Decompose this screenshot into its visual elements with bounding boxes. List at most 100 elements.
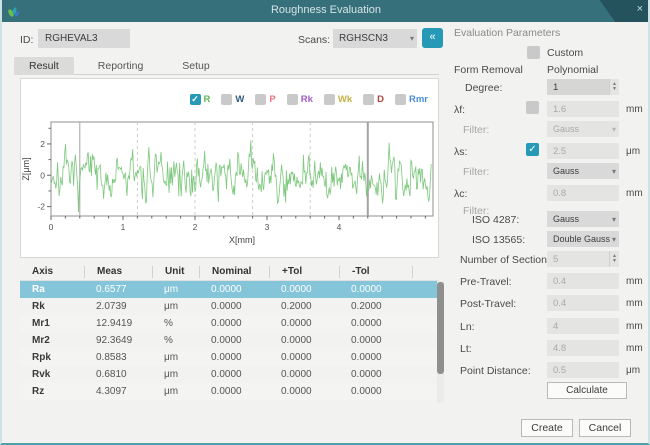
cell-ptol: 0.0000: [269, 386, 339, 397]
table-row-Rz[interactable]: Rz4.3097μm0.00000.00000.0000: [20, 383, 439, 400]
ln-unit: mm: [626, 321, 643, 332]
post-travel-unit: mm: [626, 298, 643, 309]
cell-ptol: 0.0000: [269, 352, 339, 363]
calculate-button[interactable]: Calculate: [547, 382, 627, 399]
lambda-s-input[interactable]: [547, 143, 619, 159]
cell-ntol: 0.0000: [339, 284, 412, 295]
column-header-tol[interactable]: +Tol: [269, 266, 339, 278]
cell-meas: 0.6810: [84, 369, 152, 380]
pre-travel-label: Pre-Travel:: [460, 276, 512, 288]
point-distance-input[interactable]: [547, 362, 619, 378]
column-header-unit[interactable]: Unit: [152, 266, 199, 278]
legend-checkbox-Rmr[interactable]: [395, 94, 406, 105]
legend-checkbox-P[interactable]: [255, 94, 266, 105]
custom-checkbox[interactable]: [527, 46, 540, 59]
iso-13565-dropdown[interactable]: Double Gauss ▾: [547, 231, 619, 247]
lambda-f-filter-label: Filter:: [463, 124, 489, 136]
legend-item-P[interactable]: P: [255, 94, 275, 105]
table-row-Mr1[interactable]: Mr112.9419%0.00000.00000.0000: [20, 315, 439, 332]
lt-unit: mm: [626, 343, 643, 354]
cell-ntol: 0.0000: [339, 369, 412, 380]
tab-setup[interactable]: Setup: [167, 57, 224, 75]
column-header-meas[interactable]: Meas: [84, 266, 152, 278]
column-header-nominal[interactable]: Nominal: [199, 266, 269, 278]
tab-result[interactable]: Result: [14, 57, 74, 75]
legend-checkbox-Rk[interactable]: [287, 94, 298, 105]
table-row-Ra[interactable]: Ra0.6577μm0.00000.00000.0000: [20, 281, 439, 298]
legend-checkbox-D[interactable]: [363, 94, 374, 105]
id-input[interactable]: [38, 29, 130, 48]
table-row-Mr2[interactable]: Mr292.3649%0.00000.00000.0000: [20, 332, 439, 349]
iso-4287-label: ISO 4287:: [472, 214, 519, 226]
collapse-panel-button[interactable]: «: [422, 28, 443, 48]
tab-reporting[interactable]: Reporting: [83, 57, 159, 75]
close-icon[interactable]: ×: [637, 3, 643, 15]
lambda-f-filter-dropdown[interactable]: Gauss ▾: [547, 121, 619, 137]
lambda-c-input[interactable]: [547, 185, 619, 201]
svg-text:3: 3: [265, 222, 270, 232]
cell-nominal: 0.0000: [199, 386, 269, 397]
cell-axis: Rpk: [20, 352, 84, 363]
table-row-Rpk[interactable]: Rpk0.8583μm0.00000.00000.0000: [20, 349, 439, 366]
iso-4287-value: Gauss: [553, 214, 612, 224]
create-button[interactable]: Create: [521, 419, 573, 437]
lt-label: Lt:: [460, 343, 472, 355]
profile-chart-panel: ✓RWPRkWkDRmr 01234-202X[mm]Z[μm]: [20, 78, 439, 258]
post-travel-label: Post-Travel:: [460, 298, 516, 310]
lambda-c-unit: mm: [626, 188, 643, 199]
cell-nominal: 0.0000: [199, 369, 269, 380]
ln-input[interactable]: [547, 318, 619, 334]
lambda-f-input[interactable]: [547, 101, 619, 117]
cell-meas: 92.3649: [84, 335, 152, 346]
cell-meas: 0.8583: [84, 352, 152, 363]
table-scrollbar-thumb[interactable]: [437, 282, 444, 374]
cell-unit: %: [152, 335, 199, 346]
cell-ptol: 0.0000: [269, 318, 339, 329]
legend-item-W[interactable]: W: [221, 94, 244, 105]
cancel-button[interactable]: Cancel: [579, 419, 631, 437]
scans-dropdown[interactable]: RGHSCN3 ▾: [333, 29, 417, 48]
legend-item-Rk[interactable]: Rk: [287, 94, 313, 105]
sections-spin-buttons[interactable]: ▲▼: [609, 251, 619, 267]
point-distance-unit: μm: [626, 365, 640, 376]
pre-travel-input[interactable]: [547, 273, 619, 289]
column-header-tol[interactable]: -Tol: [339, 266, 412, 278]
cell-nominal: 0.0000: [199, 301, 269, 312]
chevron-down-icon: ▾: [612, 125, 616, 134]
legend-label-R: R: [204, 94, 211, 105]
lambda-s-checkbox[interactable]: ✓: [526, 143, 539, 156]
lambda-s-label: λs:: [454, 146, 467, 158]
lt-input[interactable]: [547, 340, 619, 356]
post-travel-input[interactable]: [547, 295, 619, 311]
legend-item-R[interactable]: ✓R: [190, 94, 211, 105]
pre-travel-unit: mm: [626, 276, 643, 287]
cell-unit: μm: [152, 301, 199, 312]
legend-item-D[interactable]: D: [363, 94, 384, 105]
scans-value: RGHSCN3: [339, 33, 410, 44]
legend-checkbox-Wk[interactable]: [324, 94, 335, 105]
legend-label-Rmr: Rmr: [409, 94, 428, 105]
lambda-f-checkbox[interactable]: [526, 101, 539, 114]
svg-text:Z[μm]: Z[μm]: [21, 157, 31, 180]
legend-item-Rmr[interactable]: Rmr: [395, 94, 428, 105]
lambda-s-filter-value: Gauss: [553, 166, 612, 176]
iso-4287-dropdown[interactable]: Gauss ▾: [547, 211, 619, 227]
lambda-s-filter-dropdown[interactable]: Gauss ▾: [547, 163, 619, 179]
tab-bar: Result Reporting Setup: [14, 57, 439, 75]
form-removal-value: Polynomial: [547, 64, 598, 76]
column-header-axis[interactable]: Axis: [20, 266, 84, 278]
legend-checkbox-W[interactable]: [221, 94, 232, 105]
svg-text:4: 4: [337, 222, 342, 232]
table-row-Rvk[interactable]: Rvk0.6810μm0.00000.00000.0000: [20, 366, 439, 383]
svg-text:2: 2: [193, 222, 198, 232]
cell-axis: Rz: [20, 386, 84, 397]
table-row-Rk[interactable]: Rk2.0739μm0.00000.20000.2000: [20, 298, 439, 315]
lambda-f-unit: mm: [626, 104, 643, 115]
cell-meas: 12.9419: [84, 318, 152, 329]
series-legend: ✓RWPRkWkDRmr: [190, 94, 428, 105]
scans-label: Scans:: [298, 34, 330, 46]
cell-unit: μm: [152, 369, 199, 380]
degree-spin-buttons[interactable]: ▲▼: [609, 79, 619, 95]
legend-checkbox-R[interactable]: ✓: [190, 94, 201, 105]
legend-item-Wk[interactable]: Wk: [324, 94, 352, 105]
